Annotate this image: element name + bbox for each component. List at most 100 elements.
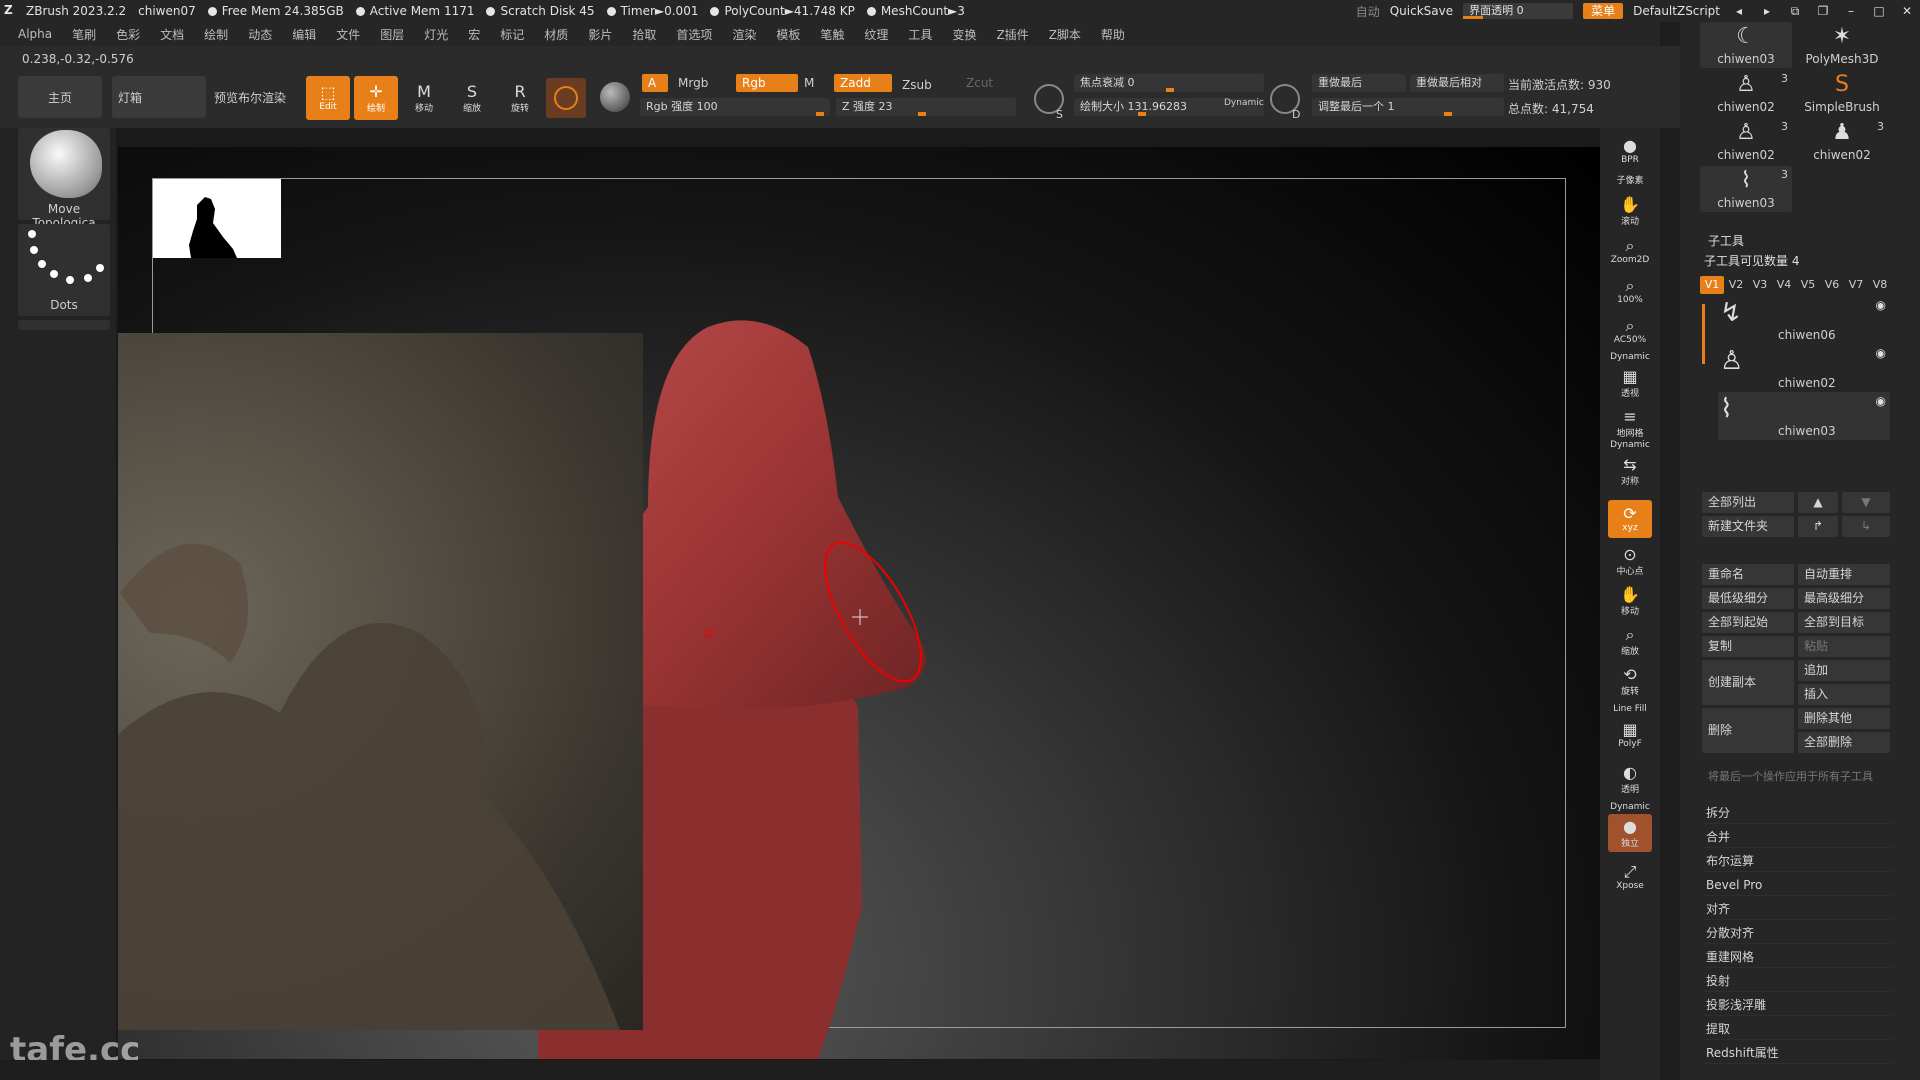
right-tool-5[interactable]: ⌕ AC50%	[1608, 312, 1652, 350]
window-restore-icon[interactable]: ❐	[1814, 4, 1832, 18]
menu-item[interactable]: 模板	[776, 26, 800, 43]
menu-item[interactable]: 帮助	[1101, 26, 1125, 43]
right-tool-9[interactable]: Dynamic	[1608, 438, 1652, 452]
right-tool-20[interactable]: ● 独立	[1608, 814, 1652, 852]
version-tab[interactable]: V8	[1868, 276, 1892, 294]
right-tool-18[interactable]: ◐ 透明	[1608, 760, 1652, 798]
zadd-toggle[interactable]: Zadd	[834, 74, 892, 92]
minimize-icon[interactable]: –	[1842, 4, 1860, 18]
section-header[interactable]: 布尔运算	[1704, 850, 1892, 872]
focal-shift-slider[interactable]: 焦点衰减 0	[1074, 74, 1264, 92]
right-tool-3[interactable]: ⌕ Zoom2D	[1608, 232, 1652, 270]
tool-thumb[interactable]: ♟ 3 chiwen02	[1796, 118, 1888, 164]
tool-thumb[interactable]: ⌇ 3 chiwen03	[1700, 166, 1792, 212]
draw-button[interactable]: ✛ 绘制	[354, 76, 398, 120]
menu-item[interactable]: 文件	[336, 26, 360, 43]
m-toggle[interactable]: M	[804, 76, 814, 90]
subtool-row[interactable]: ⌇ ◉ chiwen03	[1718, 392, 1890, 440]
append-button[interactable]: 追加	[1798, 660, 1890, 681]
right-tool-19[interactable]: Dynamic	[1608, 800, 1652, 814]
folder-in-icon[interactable]: ↱	[1798, 516, 1838, 537]
visibility-eye-icon[interactable]: ◉	[1876, 298, 1886, 312]
tool-thumb[interactable]: S SimpleBrush	[1796, 70, 1888, 116]
right-tool-2[interactable]: ✋ 滚动	[1608, 192, 1652, 230]
brush-selector[interactable]: Move Topologica	[18, 128, 110, 230]
version-tab[interactable]: V1	[1700, 276, 1724, 294]
lowest-subdiv-button[interactable]: 最低级细分	[1702, 588, 1794, 609]
right-tool-7[interactable]: ▦ 透视	[1608, 364, 1652, 402]
folder-out-icon[interactable]: ↳	[1842, 516, 1890, 537]
window-layout-icon[interactable]: ⧉	[1786, 4, 1804, 19]
menu-item[interactable]: 编辑	[292, 26, 316, 43]
menu-item[interactable]: 拾取	[632, 26, 656, 43]
lightbox-button[interactable]: 灯箱	[112, 76, 206, 118]
menu-item[interactable]: 宏	[468, 26, 480, 43]
create-copy-button[interactable]: 创建副本	[1702, 660, 1794, 705]
section-header[interactable]: 分散对齐	[1704, 922, 1892, 944]
visibility-eye-icon[interactable]: ◉	[1876, 394, 1886, 408]
right-tool-4[interactable]: ⌕ 100%	[1608, 272, 1652, 310]
layout-next-icon[interactable]: ▸	[1758, 4, 1776, 18]
navigation-gizmo[interactable]	[1580, 327, 1600, 440]
delete-button[interactable]: 删除	[1702, 708, 1794, 753]
layout-prev-icon[interactable]: ◂	[1730, 4, 1748, 18]
transparency-slider[interactable]: 界面透明 0	[1463, 3, 1574, 19]
highest-subdiv-button[interactable]: 最高级细分	[1798, 588, 1890, 609]
edit-button[interactable]: ⬚ Edit	[306, 76, 350, 120]
menu-item[interactable]: 材质	[544, 26, 568, 43]
tool-thumb[interactable]: ✶ PolyMesh3D	[1796, 22, 1888, 68]
menu-item[interactable]: 动态	[248, 26, 272, 43]
material-swatch[interactable]	[546, 78, 586, 118]
quicksave-button[interactable]: QuickSave	[1390, 4, 1453, 18]
rotate-button[interactable]: R 旋转	[498, 76, 542, 120]
right-tool-8[interactable]: ≡ 地网格	[1608, 404, 1652, 442]
version-tab[interactable]: V7	[1844, 276, 1868, 294]
right-tool-1[interactable]: 子像素	[1608, 172, 1652, 186]
menu-item[interactable]: 灯光	[424, 26, 448, 43]
z-intensity-slider[interactable]: Z 强度 23	[836, 98, 1016, 116]
close-icon[interactable]: ✕	[1898, 4, 1916, 18]
version-tab[interactable]: V6	[1820, 276, 1844, 294]
menu-toggle-button[interactable]: 菜单	[1583, 3, 1624, 19]
section-header[interactable]: 投影浅浮雕	[1704, 994, 1892, 1016]
move-up-icon[interactable]: ▲	[1798, 492, 1838, 513]
subtool-row[interactable]: ↯ ◉ chiwen06	[1718, 296, 1890, 344]
menu-item[interactable]: 工具	[908, 26, 932, 43]
move-button[interactable]: M 移动	[402, 76, 446, 120]
auto-reorder-button[interactable]: 自动重排	[1798, 564, 1890, 585]
right-tool-11[interactable]: ⟳ xyz	[1608, 500, 1652, 538]
apply-last-button[interactable]: 将最后一个操作应用于所有子工具	[1702, 766, 1890, 787]
right-tool-12[interactable]: ⊙ 中心点	[1608, 542, 1652, 580]
right-tool-0[interactable]: ● BPR	[1608, 132, 1652, 170]
zcut-toggle[interactable]: Zcut	[966, 76, 993, 90]
version-tab[interactable]: V4	[1772, 276, 1796, 294]
section-header[interactable]: 重建网格	[1704, 946, 1892, 968]
right-tool-13[interactable]: ✋ 移动	[1608, 582, 1652, 620]
paste-button[interactable]: 粘贴	[1798, 636, 1890, 657]
section-header[interactable]: Bevel Pro	[1704, 874, 1892, 896]
version-tab[interactable]: V5	[1796, 276, 1820, 294]
menu-item[interactable]: 标记	[500, 26, 524, 43]
menu-item[interactable]: 笔刷	[72, 26, 96, 43]
rgb-toggle[interactable]: Rgb	[736, 74, 798, 92]
right-tool-21[interactable]: ⤢ Xpose	[1608, 858, 1652, 896]
move-down-icon[interactable]: ▼	[1842, 492, 1890, 513]
tool-thumb[interactable]: ♙ 3 chiwen02	[1700, 118, 1792, 164]
zsub-toggle[interactable]: Zsub	[902, 78, 932, 92]
menu-item[interactable]: 绘制	[204, 26, 228, 43]
color-sphere-icon[interactable]	[600, 82, 630, 112]
subtool-row[interactable]: ♙ ◉ chiwen02	[1718, 344, 1890, 392]
preview-bool-button[interactable]: 预览布尔渲染	[210, 76, 290, 118]
version-tab[interactable]: V2	[1724, 276, 1748, 294]
alpha-mode-toggle[interactable]: A	[642, 74, 668, 92]
menu-item[interactable]: 图层	[380, 26, 404, 43]
visible-count-slider[interactable]: 子工具可见数量 4	[1704, 252, 1799, 269]
visibility-eye-icon[interactable]: ◉	[1876, 346, 1886, 360]
right-tool-14[interactable]: ⌕ 缩放	[1608, 622, 1652, 660]
menu-item[interactable]: 渲染	[732, 26, 756, 43]
all-to-target-button[interactable]: 全部到目标	[1798, 612, 1890, 633]
right-tool-15[interactable]: ⟲ 旋转	[1608, 662, 1652, 700]
mrgb-toggle[interactable]: Mrgb	[678, 76, 708, 90]
tool-thumb[interactable]: ☾ chiwen03	[1700, 22, 1792, 68]
right-tool-17[interactable]: ▦ PolyF	[1608, 716, 1652, 754]
